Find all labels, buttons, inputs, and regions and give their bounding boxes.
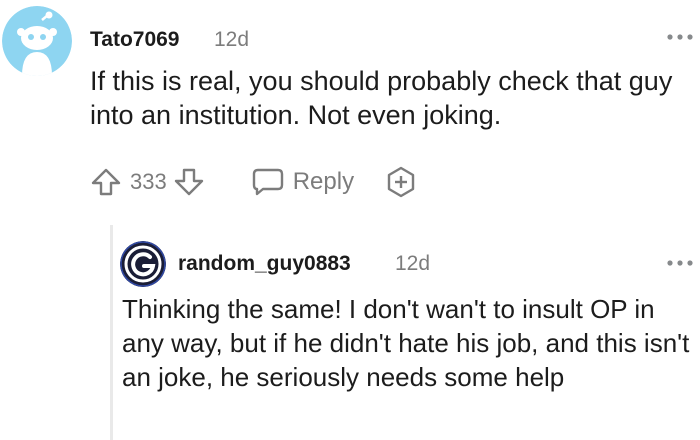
award-plus-icon bbox=[387, 166, 415, 198]
g-logo-avatar-icon bbox=[120, 241, 166, 287]
downvote-button[interactable] bbox=[173, 166, 205, 198]
comment-username[interactable]: random_guy0883 bbox=[178, 252, 351, 276]
comment-username[interactable]: Tato7069 bbox=[90, 28, 180, 52]
comment-age: 12d bbox=[395, 252, 431, 275]
upvote-button[interactable] bbox=[90, 166, 122, 198]
vote-score: 333 bbox=[130, 169, 167, 194]
comment-body: If this is real, you should probably che… bbox=[90, 66, 673, 130]
user-avatar[interactable] bbox=[2, 6, 72, 76]
upvote-arrow-icon bbox=[91, 168, 121, 196]
comment: Tato7069 12d If this is real, you should… bbox=[0, 0, 700, 220]
snoo-avatar-icon bbox=[2, 6, 72, 76]
reply-button[interactable]: Reply bbox=[251, 167, 354, 197]
user-avatar[interactable] bbox=[120, 241, 166, 287]
speech-bubble-icon bbox=[252, 168, 283, 196]
reply-label: Reply bbox=[292, 168, 355, 195]
downvote-arrow-icon bbox=[174, 168, 203, 196]
more-horizontal-icon[interactable] bbox=[666, 30, 694, 42]
reply-comment: random_guy0883 12d Thinking the same! I … bbox=[0, 230, 700, 440]
comment-age: 12d bbox=[214, 28, 250, 51]
more-horizontal-icon[interactable] bbox=[666, 256, 694, 268]
comment-actions: 333 Reply bbox=[90, 165, 418, 199]
award-button[interactable] bbox=[384, 165, 418, 199]
comment-body: Thinking the same! I don't wan't to insu… bbox=[122, 294, 690, 392]
